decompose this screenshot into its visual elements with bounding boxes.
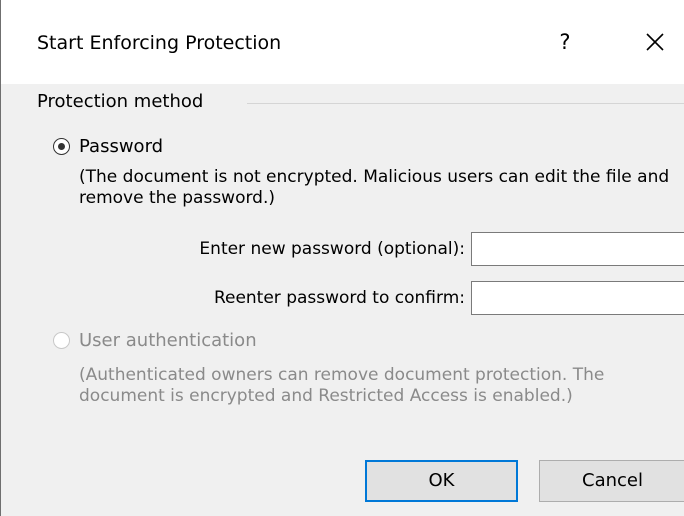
dialog-titlebar: Start Enforcing Protection ? [1,0,684,84]
password-radio-label[interactable]: Password [79,134,163,160]
help-button[interactable]: ? [549,24,581,60]
password-description: (The document is not encrypted. Maliciou… [79,167,670,208]
close-icon [646,33,664,51]
user-authentication-description: (Authenticated owners can remove documen… [79,365,605,406]
dialog-title: Start Enforcing Protection [37,32,282,54]
user-authentication-radio [53,332,70,349]
new-password-input[interactable] [471,232,684,266]
cancel-button[interactable]: Cancel [539,460,684,502]
password-radio[interactable] [53,138,70,155]
close-button[interactable] [635,24,675,60]
protection-method-group-label: Protection method [37,91,204,112]
start-enforcing-protection-dialog: Start Enforcing Protection ? Protection … [0,0,684,516]
group-divider [247,103,684,104]
ok-button[interactable]: OK [365,460,518,502]
new-password-label: Enter new password (optional): [199,239,465,259]
confirm-password-input[interactable] [471,281,684,315]
user-authentication-radio-label: User authentication [79,330,257,351]
radio-selected-dot [58,143,65,150]
confirm-password-label: Reenter password to confirm: [213,288,465,308]
